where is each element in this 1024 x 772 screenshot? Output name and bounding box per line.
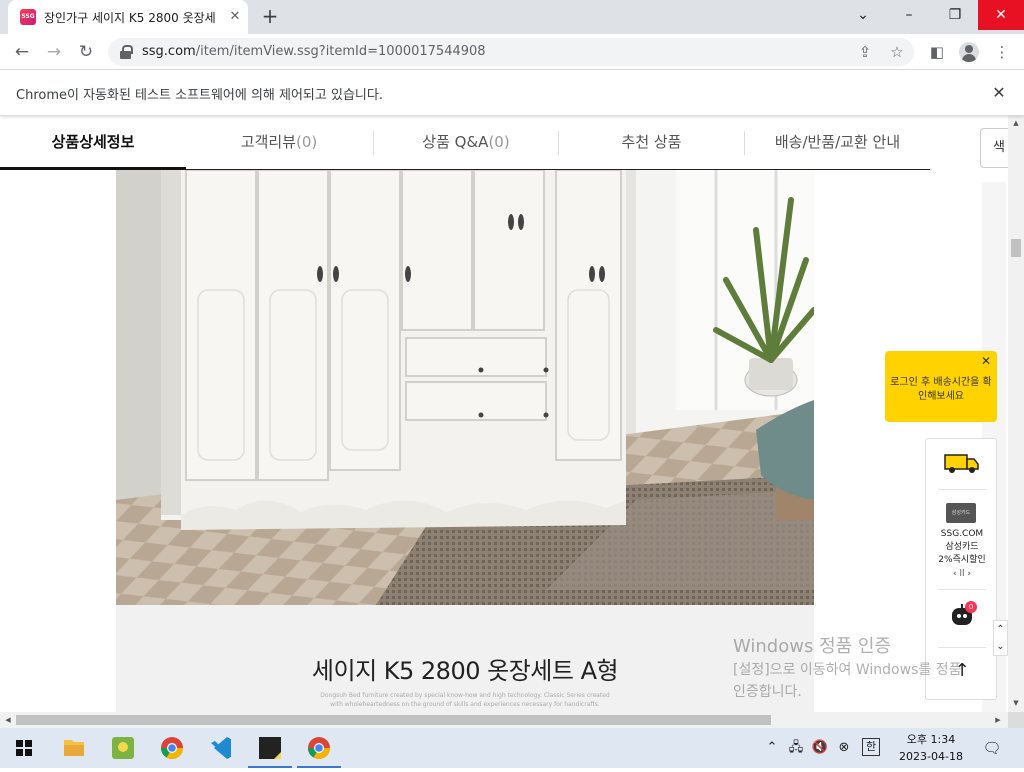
clock-time: 오후 1:34 (906, 733, 956, 746)
tab-search-icon[interactable]: ⌄ (840, 0, 886, 30)
chrome-taskbar-item[interactable] (148, 728, 196, 768)
title-bar: SSG 장인가구 세이지 K5 2800 옷장세 ✕ + ⌄ – ❐ ✕ (0, 0, 1024, 34)
back-button[interactable]: ← (10, 40, 34, 64)
new-tab-button[interactable]: + (258, 5, 282, 29)
tab-label: 추천 상품 (621, 133, 682, 151)
quick-side-panel: 삼성카드 SSG.COM 삼성카드 2%즉시할인 ‹ ll › 0 ↑ (925, 438, 997, 700)
tab-title: 장인가구 세이지 K5 2800 옷장세 (44, 11, 216, 25)
product-caption-area: 세이지 K5 2800 옷장세트 A형 Dongsuh Bed furnitur… (116, 605, 814, 712)
browser-toolbar: ← → ↻ ssg.com/item/itemView.ssg?itemId=1… (0, 34, 1024, 70)
map-pin-icon (112, 737, 134, 759)
url-path: /item/itemView.ssg?itemId=1000017544908 (195, 44, 486, 59)
chrome-icon (308, 737, 330, 759)
page-viewport: 상품상세정보 고객리뷰(0) 상품 Q&A(0) 추천 상품 배송/반품/교환 … (0, 116, 1008, 712)
windows-logo-icon (16, 740, 32, 756)
card-promo-line: 삼성카드 (945, 542, 979, 552)
scroll-left-arrow-icon[interactable]: ◀ (0, 712, 16, 728)
sticky-notes-taskbar-item[interactable] (246, 728, 294, 768)
clock-date: 2023-04-18 (899, 750, 963, 763)
scroll-top-icon[interactable]: ↑ (950, 659, 974, 683)
scroll-right-arrow-icon[interactable]: ▶ (990, 712, 1006, 728)
tab-recommended[interactable]: 추천 상품 (559, 116, 744, 170)
product-description: Dongsuh Bed furniture created by special… (216, 691, 714, 709)
tab-count: (0) (488, 133, 510, 151)
vscode-icon (211, 737, 231, 759)
product-name: 세이지 K5 2800 옷장세트 A형 (311, 657, 619, 685)
login-delivery-tooltip: ✕ 로그인 후 배송시간을 확인해보세요 (885, 351, 997, 422)
automation-infobar: Chrome이 자동화된 테스트 소프트웨어에 의해 제어되고 있습니다. ✕ (0, 70, 1024, 116)
infobar-text: Chrome이 자동화된 테스트 소프트웨어에 의해 제어되고 있습니다. (16, 88, 383, 103)
tooltip-close-icon[interactable]: ✕ (979, 354, 993, 368)
minimize-button[interactable]: – (886, 0, 932, 30)
start-button[interactable] (0, 728, 48, 768)
ssg-favicon-icon: SSG (20, 9, 36, 25)
menu-kebab-icon[interactable]: ⋮ (990, 40, 1014, 64)
chrome-icon (161, 737, 183, 759)
tab-reviews[interactable]: 고객리뷰(0) (186, 116, 372, 170)
scroll-up-arrow-icon[interactable]: ▲ (1008, 116, 1024, 130)
login-tip-text: 로그인 후 배송시간을 확인해보세요 (890, 377, 992, 402)
mini-dropdown-chevron-icon[interactable]: ⌃ ⌄ (993, 620, 1008, 656)
side-divider (938, 489, 986, 490)
page-vertical-scrollbar[interactable]: ▲ ▼ (1008, 116, 1024, 712)
color-option-button[interactable]: 색 (980, 128, 1008, 168)
page-horizontal-scrollbar[interactable]: ◀ ▶ (0, 712, 1008, 728)
url-host: ssg.com (142, 44, 196, 59)
file-explorer-taskbar-item[interactable] (50, 728, 98, 768)
product-description-line: with wholeheartedness on the ground of s… (330, 701, 600, 708)
product-photo (116, 170, 814, 605)
profile-avatar[interactable] (959, 42, 979, 62)
vertical-scroll-thumb[interactable] (1011, 239, 1021, 257)
maps-app-taskbar-item[interactable] (99, 728, 147, 768)
browser-tab[interactable]: SSG 장인가구 세이지 K5 2800 옷장세 ✕ (8, 0, 248, 34)
restore-button[interactable]: ❐ (932, 0, 978, 30)
volume-muted-icon[interactable]: 🔇 (810, 738, 830, 758)
scrollbar-corner (1008, 712, 1024, 728)
vscode-taskbar-item[interactable] (197, 728, 245, 768)
tab-label: 고객리뷰 (240, 133, 296, 151)
network-icon[interactable]: 🖧 (786, 738, 806, 758)
sticky-note-icon (259, 737, 281, 759)
side-divider (938, 647, 986, 648)
scroll-down-arrow-icon[interactable]: ▼ (1008, 696, 1024, 710)
infobar-close-icon[interactable]: ✕ (988, 82, 1010, 104)
horizontal-scroll-thumb[interactable] (16, 715, 771, 725)
side-panel-icon[interactable]: ◧ (925, 40, 949, 64)
tab-product-detail[interactable]: 상품상세정보 (0, 116, 186, 170)
tab-label: 상품 Q&A (422, 133, 489, 151)
system-clock[interactable]: 오후 1:34 2023-04-18 (896, 731, 966, 765)
lock-icon[interactable] (120, 45, 133, 59)
chatbot-badge: 0 (965, 601, 977, 613)
tab-label: 상품상세정보 (51, 133, 135, 151)
samsung-card-icon[interactable]: 삼성카드 (946, 503, 976, 523)
tab-qna[interactable]: 상품 Q&A(0) (374, 116, 558, 170)
card-promo-text[interactable]: SSG.COM 삼성카드 2%즉시할인 (928, 528, 996, 567)
ime-indicator[interactable]: 한 (862, 738, 880, 756)
card-promo-line: 2%즉시할인 (938, 555, 986, 565)
share-icon[interactable]: ⇪ (854, 41, 876, 63)
url-text: ssg.com/item/itemView.ssg?itemId=1000017… (142, 44, 486, 59)
side-divider (938, 589, 986, 590)
delivery-truck-icon[interactable] (944, 451, 980, 475)
reload-button[interactable]: ↻ (74, 40, 98, 64)
tab-close-icon[interactable]: ✕ (226, 8, 244, 26)
tab-shipping-info[interactable]: 배송/반품/교환 안내 (745, 116, 930, 170)
tab-count: (0) (295, 133, 318, 151)
chrome-active-taskbar-item[interactable] (295, 728, 343, 768)
forward-button[interactable]: → (42, 40, 66, 64)
tray-chevron-icon[interactable]: ⌃ (762, 738, 782, 758)
bookmark-star-icon[interactable]: ☆ (886, 41, 908, 63)
no-network-icon[interactable]: ⊗ (834, 738, 854, 758)
notification-icon[interactable]: 🗨 (982, 738, 1002, 758)
product-description-line: Dongsuh Bed furniture created by special… (320, 692, 610, 699)
tab-label: 배송/반품/교환 안내 (774, 133, 901, 151)
window-close-button[interactable]: ✕ (978, 0, 1024, 30)
wardrobe-illustration (116, 170, 814, 605)
address-bar[interactable]: ssg.com/item/itemView.ssg?itemId=1000017… (108, 38, 914, 66)
card-carousel-nav[interactable]: ‹ ll › (940, 569, 984, 579)
card-promo-line: SSG.COM (940, 529, 984, 539)
product-tabs: 상품상세정보 고객리뷰(0) 상품 Q&A(0) 추천 상품 배송/반품/교환 … (0, 116, 930, 170)
windows-taskbar: ⌃ 🖧 🔇 ⊗ 한 오후 1:34 2023-04-18 🗨 (0, 728, 1024, 768)
folder-icon (64, 740, 84, 756)
